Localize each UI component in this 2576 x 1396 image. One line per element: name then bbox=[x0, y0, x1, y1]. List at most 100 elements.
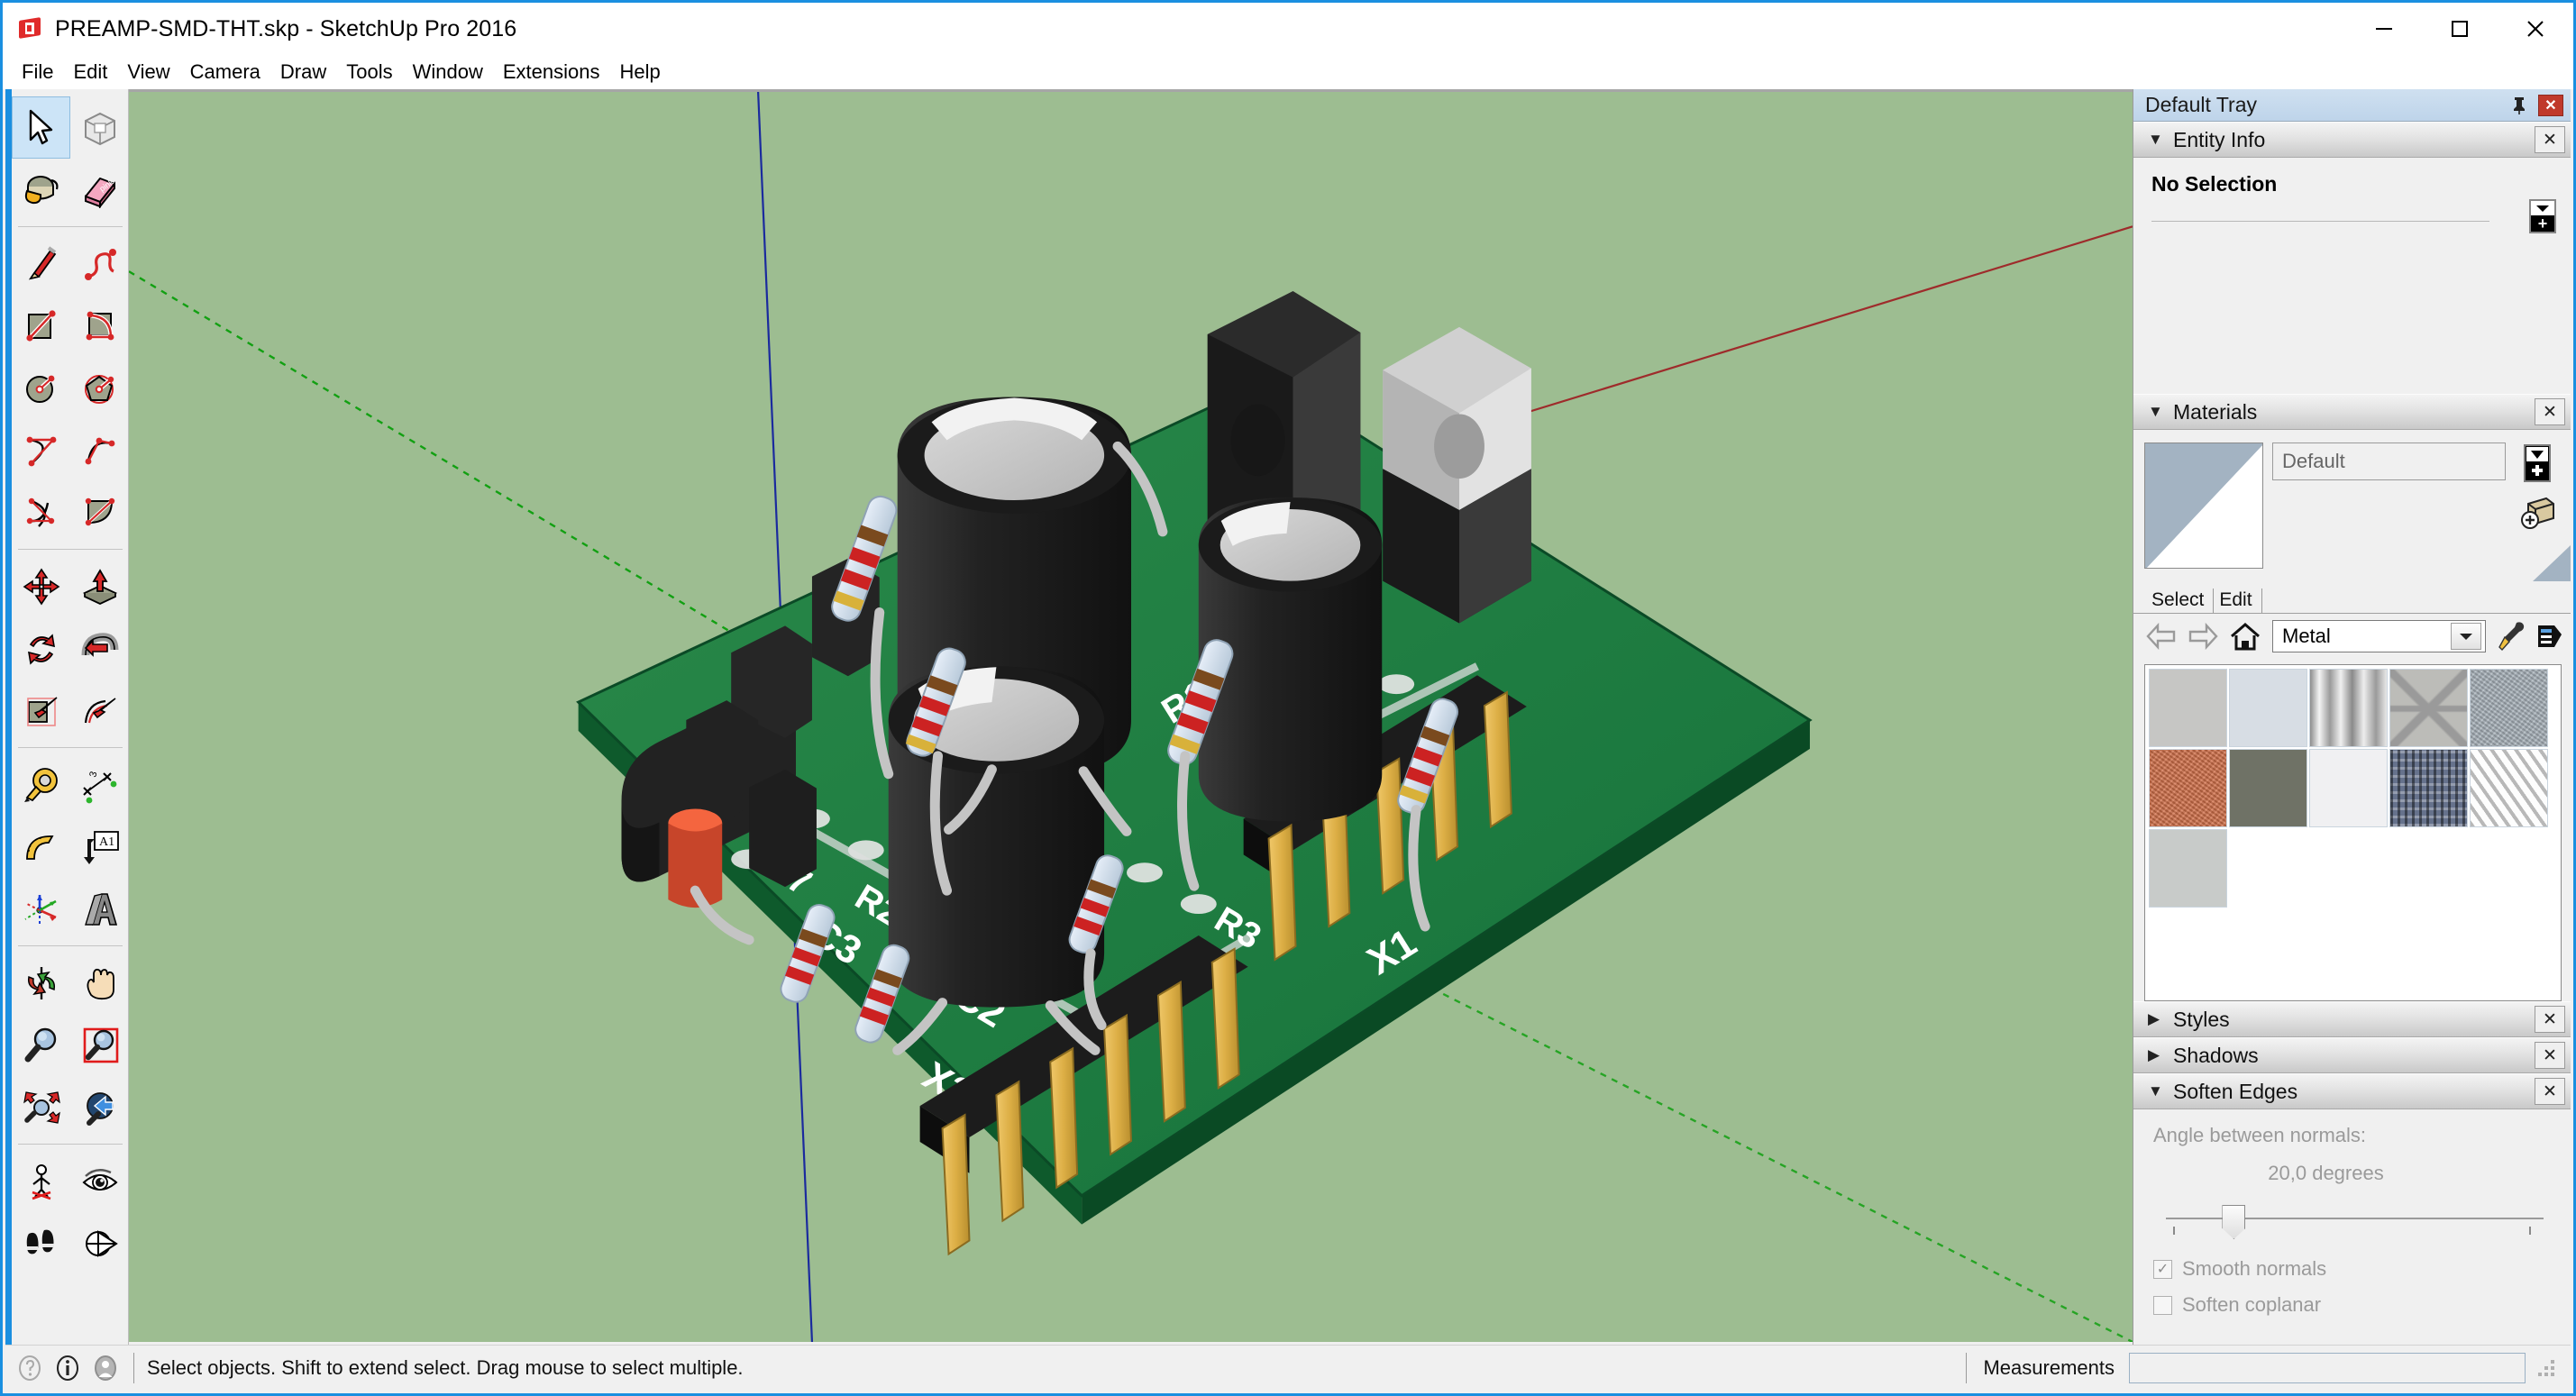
pin-icon[interactable] bbox=[2509, 96, 2529, 115]
tab-select[interactable]: Select bbox=[2146, 589, 2215, 613]
walk-tool[interactable] bbox=[12, 1212, 70, 1274]
material-swatch[interactable] bbox=[2389, 749, 2468, 827]
rectangle-tool[interactable] bbox=[12, 295, 70, 357]
material-library-select[interactable]: Metal bbox=[2272, 620, 2486, 652]
material-swatch[interactable] bbox=[2229, 669, 2307, 747]
polygon-tool[interactable] bbox=[70, 357, 129, 419]
menu-view[interactable]: View bbox=[117, 57, 179, 87]
panel-header-styles[interactable]: ▶ Styles ✕ bbox=[2133, 1001, 2571, 1037]
tape-measure-tool[interactable] bbox=[12, 753, 70, 816]
material-swatch[interactable] bbox=[2389, 669, 2468, 747]
orbit-tool[interactable] bbox=[12, 952, 70, 1014]
tray-close-button[interactable]: ✕ bbox=[2538, 94, 2563, 116]
panel-header-materials[interactable]: ▼ Materials ✕ bbox=[2133, 394, 2571, 430]
checkbox-soften-coplanar[interactable]: Soften coplanar bbox=[2153, 1293, 2553, 1317]
menu-help[interactable]: Help bbox=[610, 57, 671, 87]
person-icon[interactable] bbox=[92, 1355, 119, 1382]
position-camera-tool[interactable] bbox=[12, 1150, 70, 1212]
pan-tool[interactable] bbox=[70, 952, 129, 1014]
panel-close-materials[interactable]: ✕ bbox=[2535, 398, 2565, 425]
expand-collapse-button[interactable]: + bbox=[2529, 199, 2556, 233]
make-component-tool[interactable] bbox=[70, 96, 129, 159]
material-swatch[interactable] bbox=[2309, 749, 2388, 827]
checkbox-box[interactable] bbox=[2153, 1295, 2172, 1315]
panel-header-entity-info[interactable]: ▼ Entity Info ✕ bbox=[2133, 122, 2571, 158]
pie-tool[interactable] bbox=[70, 481, 129, 543]
line-tool[interactable] bbox=[12, 233, 70, 295]
freehand-tool[interactable] bbox=[70, 233, 129, 295]
back-arrow-icon[interactable] bbox=[2146, 623, 2177, 650]
move-tool[interactable] bbox=[12, 555, 70, 617]
axes-tool[interactable] bbox=[12, 878, 70, 940]
material-swatch[interactable] bbox=[2470, 749, 2548, 827]
forward-arrow-icon[interactable] bbox=[2188, 623, 2218, 650]
panel-close-styles[interactable]: ✕ bbox=[2535, 1006, 2565, 1033]
zoom-window-tool[interactable] bbox=[70, 1014, 129, 1076]
material-swatch[interactable] bbox=[2229, 749, 2307, 827]
follow-me-tool[interactable] bbox=[70, 617, 129, 680]
select-tool[interactable] bbox=[12, 96, 70, 159]
minimize-button[interactable] bbox=[2346, 3, 2422, 55]
checkbox-smooth-normals[interactable]: ✓ Smooth normals bbox=[2153, 1257, 2553, 1281]
menu-edit[interactable]: Edit bbox=[63, 57, 117, 87]
angle-slider[interactable] bbox=[2166, 1205, 2544, 1245]
panel-header-shadows[interactable]: ▶ Shadows ✕ bbox=[2133, 1037, 2571, 1073]
add-material-to-model-icon[interactable] bbox=[2519, 495, 2555, 531]
tab-edit[interactable]: Edit bbox=[2214, 589, 2262, 613]
material-name-input[interactable] bbox=[2272, 443, 2506, 480]
panel-close-soften-edges[interactable]: ✕ bbox=[2535, 1078, 2565, 1105]
material-swatch[interactable] bbox=[2149, 669, 2227, 747]
create-material-icon[interactable] bbox=[2522, 444, 2553, 482]
arc-tool[interactable] bbox=[12, 419, 70, 481]
toolbar-separator bbox=[18, 226, 123, 227]
menu-file[interactable]: File bbox=[12, 57, 63, 87]
panel-close-shadows[interactable]: ✕ bbox=[2535, 1042, 2565, 1069]
model-viewport[interactable]: C3 R7 R2 C2 X2 R3 X1 R10 R4 C1 bbox=[129, 92, 2133, 1342]
material-swatch-grid[interactable] bbox=[2144, 664, 2562, 1001]
help-icon[interactable] bbox=[16, 1355, 43, 1382]
paint-bucket-tool[interactable] bbox=[12, 159, 70, 221]
material-swatch[interactable] bbox=[2149, 829, 2227, 908]
dimension-tool[interactable]: 3 bbox=[70, 753, 129, 816]
material-swatch[interactable] bbox=[2149, 749, 2227, 827]
panel-header-soften-edges[interactable]: ▼ Soften Edges ✕ bbox=[2133, 1073, 2571, 1109]
3d-text-tool[interactable] bbox=[70, 878, 129, 940]
push-pull-tool[interactable] bbox=[70, 555, 129, 617]
zoom-extents-tool[interactable] bbox=[12, 1076, 70, 1138]
resize-grip-icon[interactable] bbox=[2538, 1356, 2562, 1380]
text-tool[interactable]: A1 bbox=[70, 816, 129, 878]
menu-tools[interactable]: Tools bbox=[336, 57, 402, 87]
checkbox-box[interactable]: ✓ bbox=[2153, 1259, 2172, 1279]
material-swatch[interactable] bbox=[2309, 669, 2388, 747]
two-point-arc-tool[interactable] bbox=[70, 419, 129, 481]
rotated-rectangle-tool[interactable] bbox=[70, 295, 129, 357]
offset-tool[interactable] bbox=[70, 680, 129, 742]
material-swatch[interactable] bbox=[2470, 669, 2548, 747]
panel-close-entity-info[interactable]: ✕ bbox=[2535, 126, 2565, 153]
3d-scene[interactable]: C3 R7 R2 C2 X2 R3 X1 R10 R4 C1 bbox=[129, 92, 2133, 1342]
menu-extensions[interactable]: Extensions bbox=[493, 57, 610, 87]
protractor-tool[interactable] bbox=[12, 816, 70, 878]
scale-tool[interactable] bbox=[12, 680, 70, 742]
eraser-tool[interactable]: pink bbox=[70, 159, 129, 221]
menu-draw[interactable]: Draw bbox=[270, 57, 336, 87]
rotate-tool[interactable] bbox=[12, 617, 70, 680]
previous-view-tool[interactable] bbox=[70, 1076, 129, 1138]
menu-camera[interactable]: Camera bbox=[180, 57, 270, 87]
look-around-tool[interactable] bbox=[70, 1150, 129, 1212]
home-icon[interactable] bbox=[2229, 622, 2261, 651]
details-icon[interactable] bbox=[2536, 622, 2563, 651]
close-button[interactable] bbox=[2498, 3, 2573, 55]
maximize-button[interactable] bbox=[2422, 3, 2498, 55]
current-material-swatch[interactable] bbox=[2144, 443, 2263, 569]
menu-window[interactable]: Window bbox=[403, 57, 493, 87]
circle-tool[interactable] bbox=[12, 357, 70, 419]
chevron-down-icon[interactable] bbox=[2451, 623, 2481, 650]
eyedropper-icon[interactable] bbox=[2497, 620, 2526, 652]
measurements-input[interactable] bbox=[2129, 1353, 2526, 1383]
section-plane-tool[interactable] bbox=[70, 1212, 129, 1274]
info-icon[interactable] bbox=[54, 1355, 81, 1382]
zoom-tool[interactable] bbox=[12, 1014, 70, 1076]
three-point-arc-tool[interactable] bbox=[12, 481, 70, 543]
slider-thumb[interactable] bbox=[2222, 1205, 2246, 1239]
